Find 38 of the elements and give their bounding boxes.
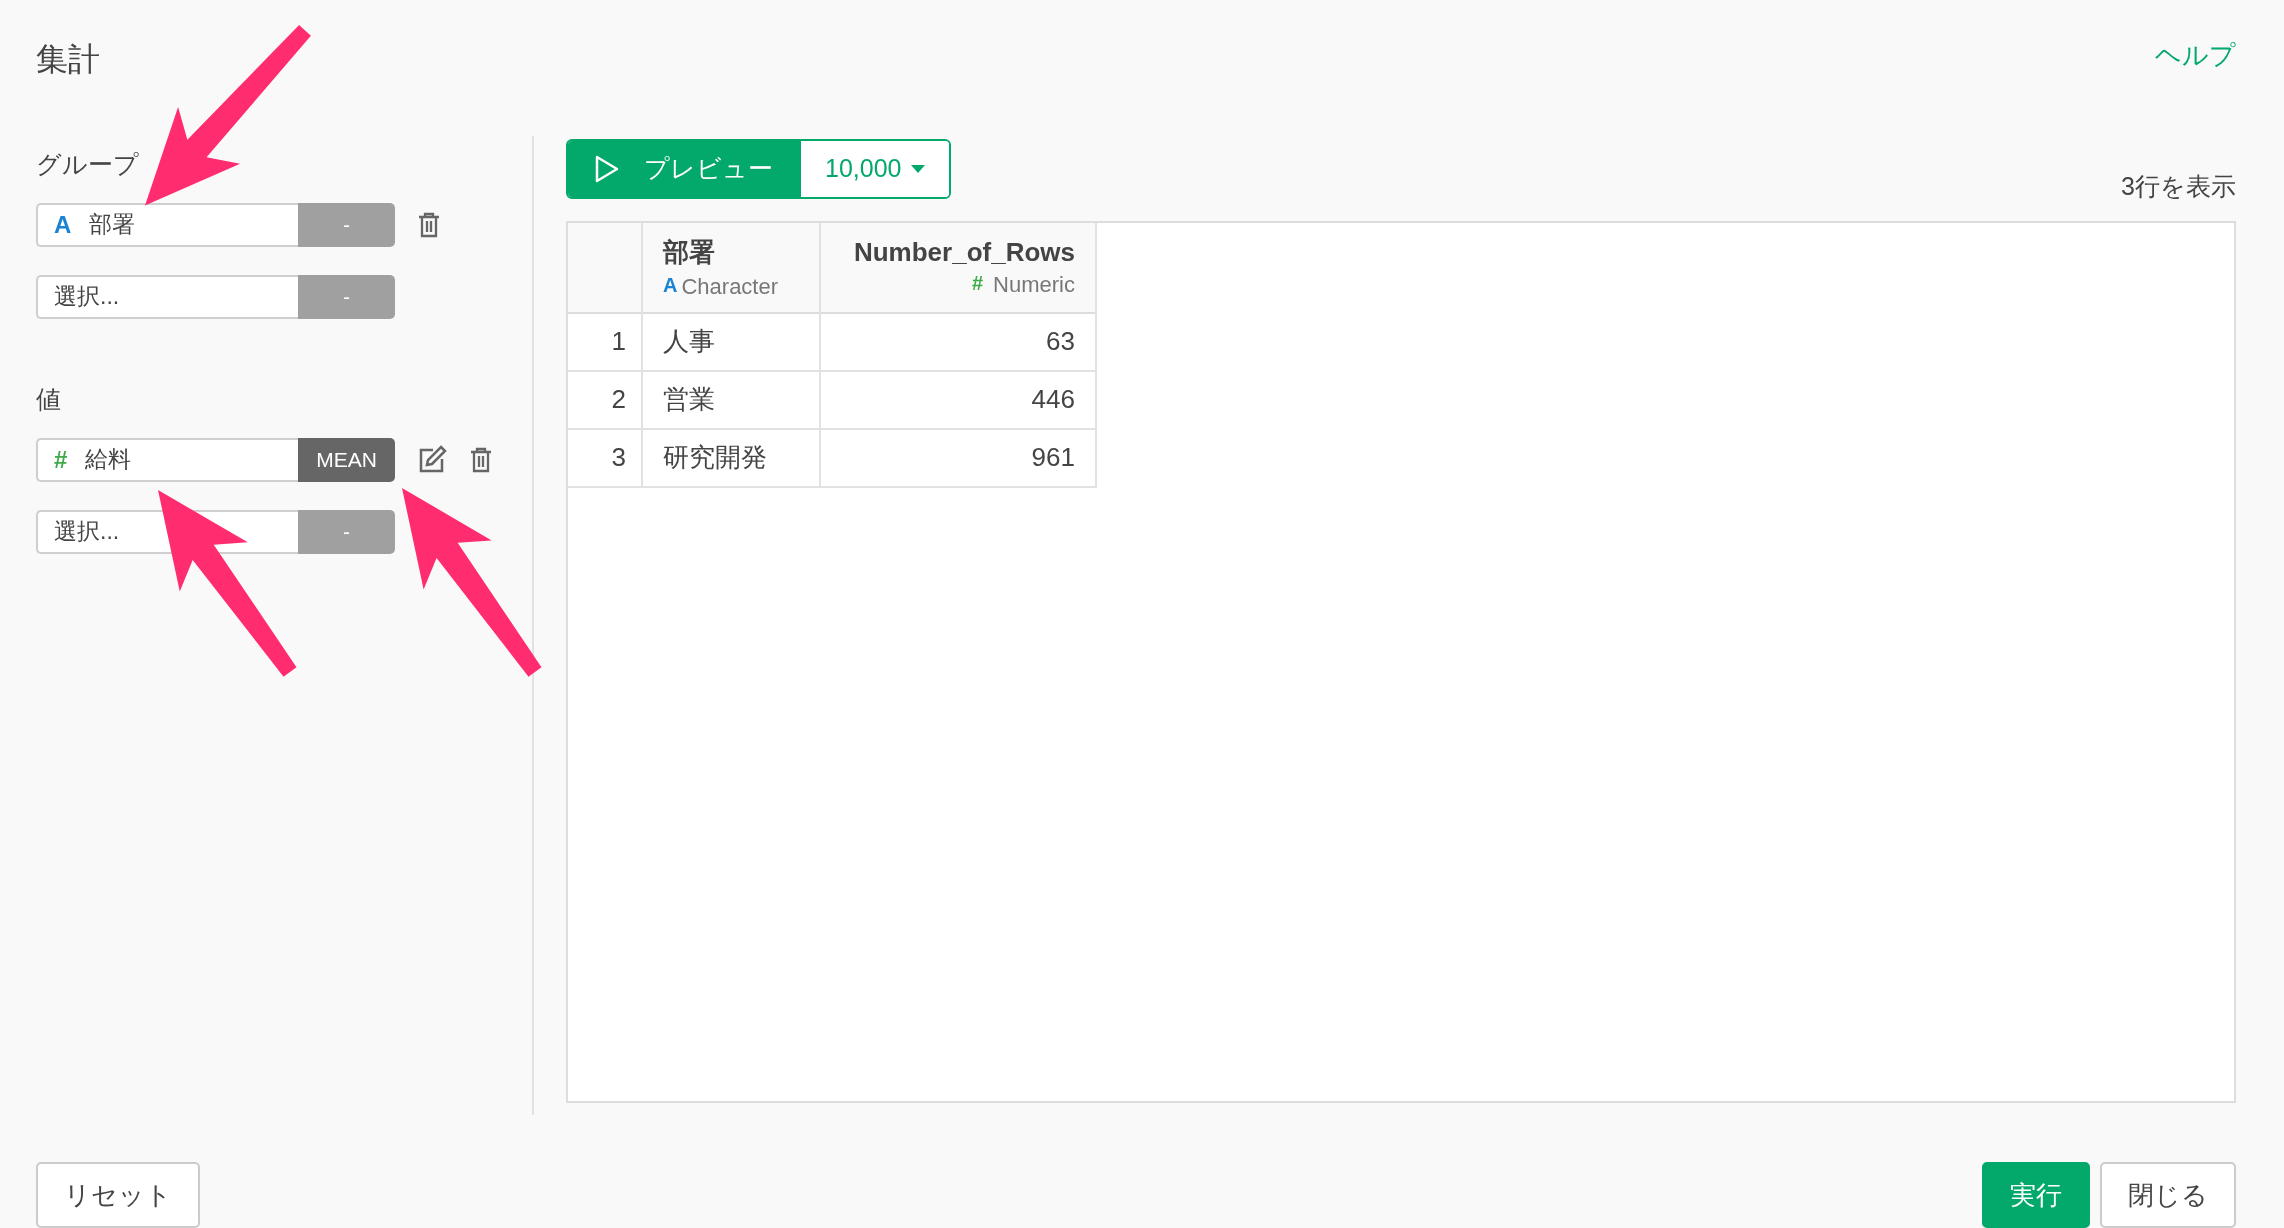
table-cell: 63 xyxy=(820,312,1096,371)
table-cell: 961 xyxy=(820,428,1096,487)
column-name: 部署 xyxy=(663,235,716,269)
section-label: 値 xyxy=(36,383,62,415)
column-header[interactable]: Number_of_Rows # Numeric xyxy=(820,222,1096,313)
play-icon xyxy=(594,153,620,184)
function-button[interactable]: MEAN xyxy=(298,437,395,482)
placeholder-text: 選択... xyxy=(54,517,120,547)
column-select-field[interactable]: 選択... xyxy=(36,274,298,319)
row-count-label: 3行を表示 xyxy=(2121,170,2236,202)
caret-icon xyxy=(911,164,926,173)
row-number: 1 xyxy=(568,312,642,371)
row-number: 3 xyxy=(568,428,642,487)
column-select-field[interactable]: A 部署 xyxy=(36,202,298,247)
placeholder-text: 選択... xyxy=(54,282,120,312)
column-name: 給料 xyxy=(85,445,132,475)
section-label: グループ xyxy=(36,148,140,180)
table-cell: 営業 xyxy=(642,370,820,429)
type-icon: A xyxy=(54,210,72,239)
type-label: Character xyxy=(681,273,779,300)
table-cell: 研究開発 xyxy=(642,428,820,487)
dialog-title: 集計 xyxy=(36,40,100,79)
reset-button[interactable]: リセット xyxy=(36,1162,200,1228)
row-number: 2 xyxy=(568,370,642,429)
column-name: 部署 xyxy=(89,210,136,240)
table-cell: 446 xyxy=(820,370,1096,429)
type-icon: # xyxy=(54,445,68,474)
close-button[interactable]: 閉じる xyxy=(2100,1162,2236,1228)
column-select-field[interactable]: # 給料 xyxy=(36,437,298,482)
column-name: Number_of_Rows xyxy=(852,236,1075,268)
type-icon: A xyxy=(663,273,678,300)
trash-icon[interactable] xyxy=(417,210,441,239)
type-icon: # xyxy=(971,271,984,298)
type-label: Numeric xyxy=(993,271,1075,298)
column-header[interactable]: 部署 A Character xyxy=(642,222,820,313)
table-cell: 人事 xyxy=(642,312,820,371)
trash-icon[interactable] xyxy=(469,445,493,474)
edit-icon[interactable] xyxy=(417,444,447,475)
